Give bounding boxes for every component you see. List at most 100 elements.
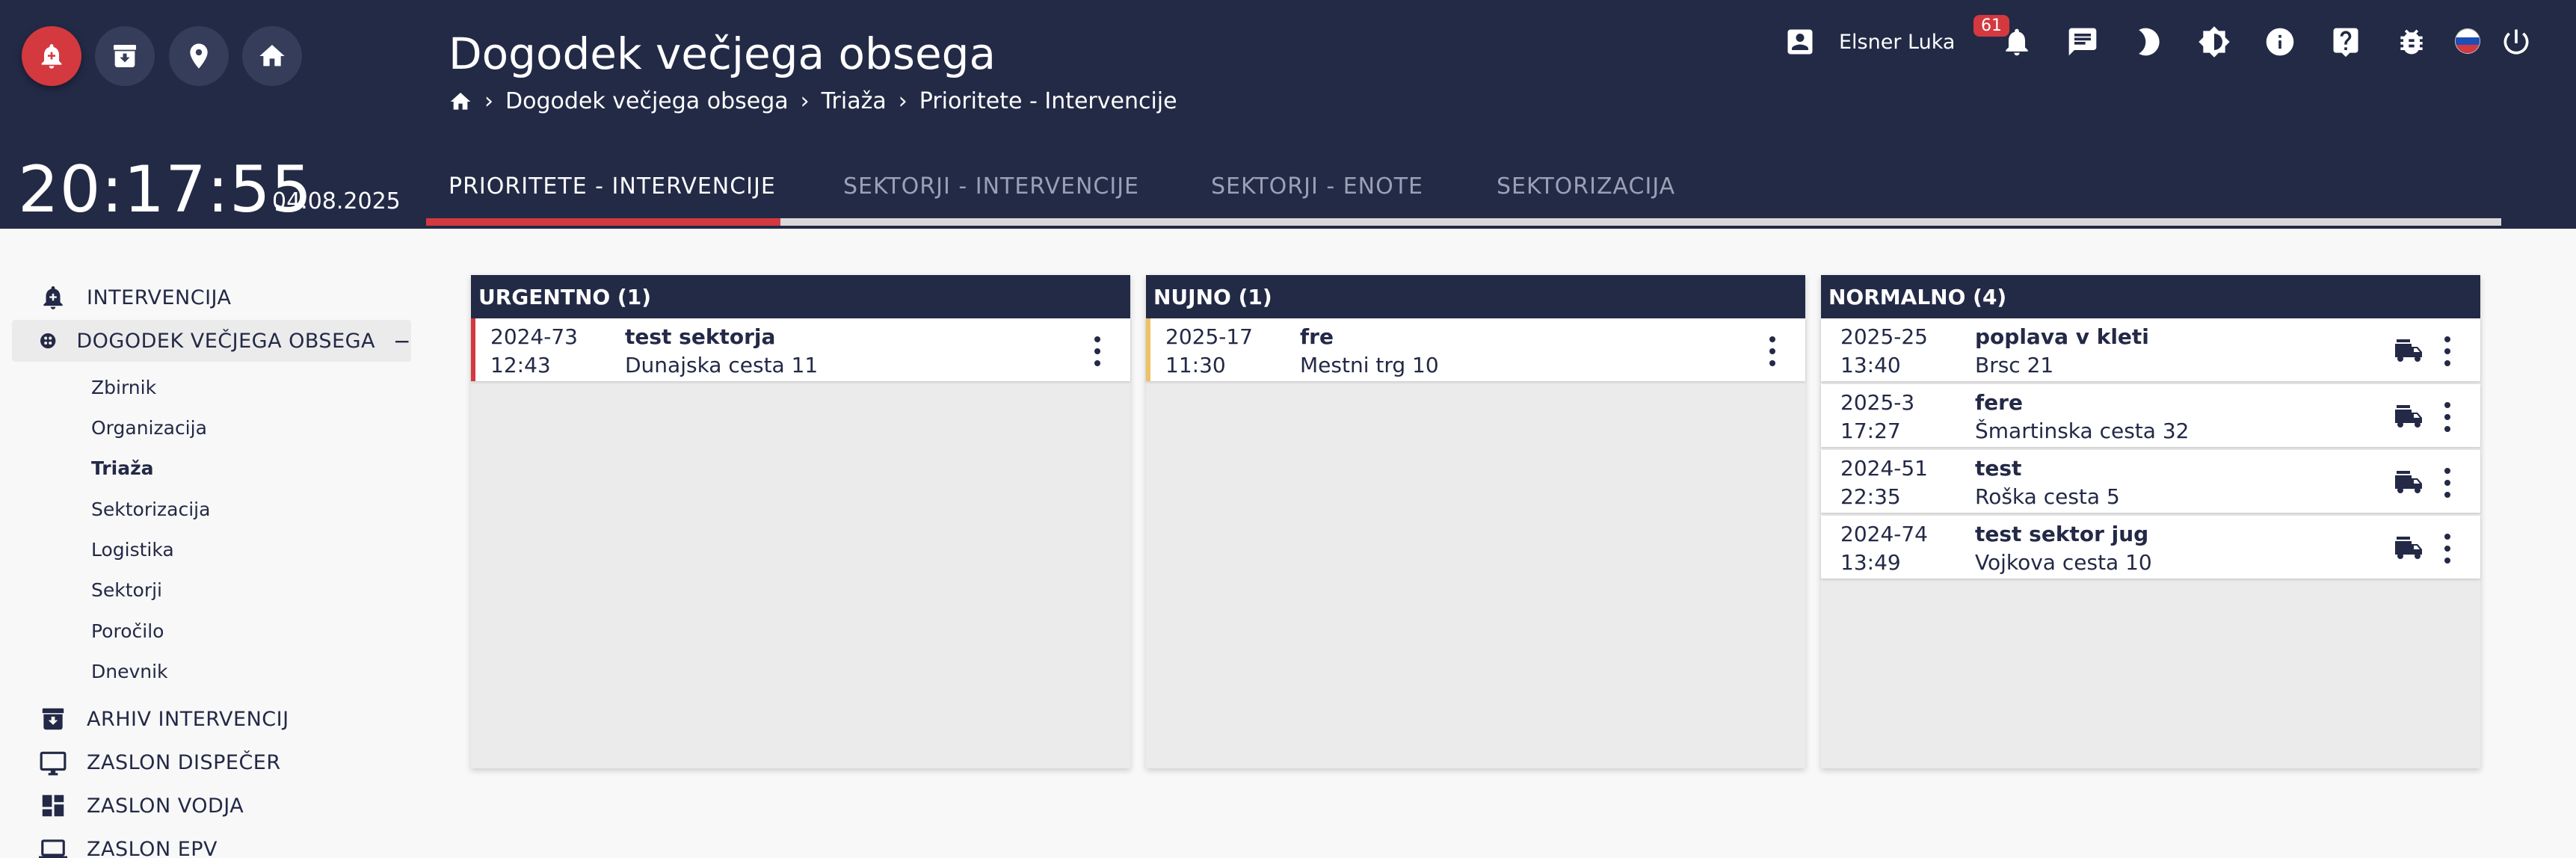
tab-sektorji-intervencije[interactable]: SEKTORJI - INTERVENCIJE bbox=[843, 173, 1139, 200]
breadcrumb-item[interactable]: Triaža bbox=[822, 88, 887, 114]
chat-icon bbox=[2068, 28, 2097, 56]
panel-title: NORMALNO (4) bbox=[1821, 275, 2480, 318]
bug-report-button[interactable] bbox=[2395, 25, 2428, 58]
more-vert-icon[interactable] bbox=[2443, 468, 2452, 498]
collapse-icon[interactable]: − bbox=[393, 329, 411, 354]
new-intervention-button[interactable] bbox=[22, 26, 81, 86]
help-button[interactable] bbox=[2329, 25, 2362, 58]
sidebar-subitem-zbirnik[interactable]: Zbirnik bbox=[91, 377, 156, 398]
sidebar-subitem-logistika[interactable]: Logistika bbox=[91, 539, 174, 561]
laptop-icon bbox=[39, 839, 67, 858]
fire-truck-icon bbox=[2394, 402, 2425, 429]
sidebar-item-arhiv-intervencij[interactable]: ARHIV INTERVENCIJ bbox=[12, 698, 411, 740]
sidebar-item-zaslon-dispecer[interactable]: ZASLON DISPEČER bbox=[12, 741, 411, 783]
panel-nujno: NUJNO (1) 2025-17 11:30 fre Mestni trg 1… bbox=[1146, 275, 1805, 768]
intervention-number: 2024-51 bbox=[1840, 456, 1928, 481]
sidebar-item-intervencija[interactable]: INTERVENCIJA bbox=[12, 277, 411, 318]
sidebar-item-zaslon-epv[interactable]: ZASLON EPV bbox=[12, 828, 411, 858]
sidebar-item-zaslon-vodja[interactable]: ZASLON VODJA bbox=[12, 785, 411, 827]
info-button[interactable] bbox=[2264, 25, 2296, 58]
clock: 20:17:55 bbox=[18, 152, 313, 227]
intervention-number: 2025-17 bbox=[1165, 324, 1253, 349]
intervention-address: Brsc 21 bbox=[1975, 353, 2054, 377]
fire-truck-icon bbox=[2394, 534, 2425, 561]
date: 04.08.2025 bbox=[272, 188, 401, 214]
intervention-card[interactable]: 2024-74 13:49 test sektor jug Vojkova ce… bbox=[1821, 516, 2480, 578]
alarm-icon bbox=[41, 44, 62, 69]
tab-sektorizacija[interactable]: SEKTORIZACIJA bbox=[1497, 173, 1675, 200]
dashboard-icon bbox=[42, 794, 64, 817]
intervention-card[interactable]: 2025-25 13:40 poplava v kleti Brsc 21 bbox=[1821, 318, 2480, 381]
brightness-icon bbox=[2198, 26, 2230, 58]
more-vert-icon[interactable] bbox=[1093, 336, 1102, 366]
intervention-card[interactable]: 2025-17 11:30 fre Mestni trg 10 bbox=[1146, 318, 1805, 381]
priority-stripe bbox=[471, 318, 475, 381]
intervention-time: 12:43 bbox=[490, 353, 551, 377]
sidebar-item-label: DOGODEK VEČJEGA OBSEGA bbox=[76, 329, 376, 353]
home-icon[interactable] bbox=[449, 90, 472, 114]
sidebar-item-label: ZASLON VODJA bbox=[87, 794, 244, 818]
intervention-number: 2025-3 bbox=[1840, 390, 1915, 415]
map-button[interactable] bbox=[169, 26, 229, 86]
tab-active-indicator bbox=[426, 218, 780, 226]
chevron-right-icon: › bbox=[484, 88, 493, 114]
intervention-address: Roška cesta 5 bbox=[1975, 484, 2120, 509]
intervention-card[interactable]: 2024-73 12:43 test sektorja Dunajska ces… bbox=[471, 318, 1130, 381]
home-icon bbox=[259, 45, 285, 67]
intervention-time: 11:30 bbox=[1165, 353, 1226, 377]
more-vert-icon[interactable] bbox=[1768, 336, 1777, 366]
chevron-right-icon: › bbox=[898, 88, 908, 114]
intervention-name: test sektor jug bbox=[1975, 522, 2149, 546]
sidebar-subitem-porocilo[interactable]: Poročilo bbox=[91, 620, 164, 642]
sidebar-subitem-organizacija[interactable]: Organizacija bbox=[91, 417, 207, 439]
notifications-button[interactable] bbox=[2000, 25, 2033, 58]
sidebar-item-dogodek-vecjega-obsega[interactable]: DOGODEK VEČJEGA OBSEGA − bbox=[12, 320, 411, 362]
home-button[interactable] bbox=[242, 26, 302, 86]
more-vert-icon[interactable] bbox=[2443, 534, 2452, 564]
sidebar-subitem-sektorizacija[interactable]: Sektorizacija bbox=[91, 499, 210, 520]
intervention-address: Dunajska cesta 11 bbox=[625, 353, 819, 377]
intervention-name: fere bbox=[1975, 390, 2023, 415]
language-flag-icon[interactable] bbox=[2455, 28, 2480, 54]
tab-bar: PRIORITETE - INTERVENCIJE SEKTORJI - INT… bbox=[426, 164, 2501, 229]
more-vert-icon[interactable] bbox=[2443, 336, 2452, 366]
logout-button[interactable] bbox=[2500, 25, 2533, 58]
tab-prioritete-intervencije[interactable]: PRIORITETE - INTERVENCIJE bbox=[449, 173, 776, 200]
panel-normalno: NORMALNO (4) 2025-25 13:40 poplava v kle… bbox=[1821, 275, 2480, 768]
tab-sektorji-enote[interactable]: SEKTORJI - ENOTE bbox=[1211, 173, 1423, 200]
sidebar: INTERVENCIJA DOGODEK VEČJEGA OBSEGA − Zb… bbox=[0, 229, 419, 858]
archive-button[interactable] bbox=[95, 26, 155, 86]
sidebar-subitem-sektorji[interactable]: Sektorji bbox=[91, 579, 162, 601]
intervention-address: Vojkova cesta 10 bbox=[1975, 550, 2152, 575]
intervention-time: 17:27 bbox=[1840, 419, 1901, 443]
more-vert-icon[interactable] bbox=[2443, 402, 2452, 432]
intervention-name: test bbox=[1975, 456, 2022, 481]
sidebar-subitem-dnevnik[interactable]: Dnevnik bbox=[91, 661, 168, 682]
sidebar-item-label: ARHIV INTERVENCIJ bbox=[87, 707, 289, 731]
intervention-address: Mestni trg 10 bbox=[1300, 353, 1439, 377]
archive-icon bbox=[114, 45, 136, 67]
breadcrumb-item-current: Prioritete - Intervencije bbox=[919, 88, 1177, 114]
brightness-button[interactable] bbox=[2198, 25, 2231, 58]
intervention-name: test sektorja bbox=[625, 324, 776, 349]
power-icon bbox=[2503, 29, 2529, 55]
user-menu[interactable]: Elsner Luka bbox=[1784, 25, 1955, 58]
help-icon bbox=[2333, 28, 2358, 58]
panel-urgentno: URGENTNO (1) 2024-73 12:43 test sektorja… bbox=[471, 275, 1130, 768]
alarm-icon bbox=[43, 286, 63, 309]
intervention-number: 2024-73 bbox=[490, 324, 578, 349]
breadcrumb-item[interactable]: Dogodek večjega obsega bbox=[505, 88, 789, 114]
dark-mode-button[interactable] bbox=[2132, 25, 2165, 58]
archive-icon bbox=[42, 708, 64, 730]
breadcrumb: › Dogodek večjega obsega › Triaža › Prio… bbox=[449, 88, 1177, 114]
priority-stripe bbox=[1146, 318, 1150, 381]
chat-button[interactable] bbox=[2066, 25, 2099, 58]
app-header: Dogodek večjega obsega › Dogodek večjega… bbox=[0, 0, 2576, 229]
intervention-card[interactable]: 2025-3 17:27 fere Šmartinska cesta 32 bbox=[1821, 384, 2480, 447]
sidebar-subitem-triaza[interactable]: Triaža bbox=[91, 457, 154, 479]
panel-title: URGENTNO (1) bbox=[471, 275, 1130, 318]
intervention-card[interactable]: 2024-51 22:35 test Roška cesta 5 bbox=[1821, 450, 2480, 513]
monitor-icon bbox=[40, 751, 67, 776]
page-title: Dogodek večjega obsega bbox=[449, 28, 996, 79]
intervention-address: Šmartinska cesta 32 bbox=[1975, 419, 2190, 443]
